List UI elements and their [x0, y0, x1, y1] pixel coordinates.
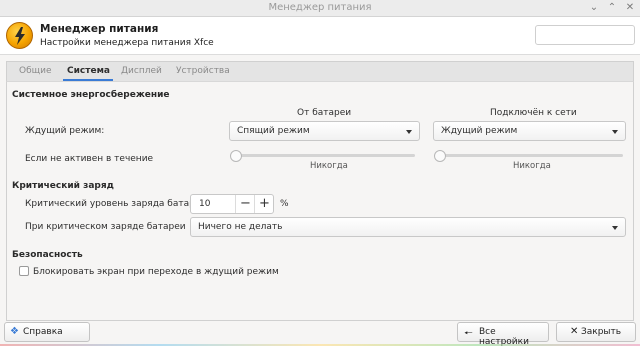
search-input[interactable]: [535, 25, 635, 45]
minimize-icon[interactable]: ⌄: [588, 2, 600, 14]
close-button[interactable]: ✕ Закрыть: [556, 322, 636, 342]
lock-screen-checkbox[interactable]: [19, 266, 29, 276]
column-header-ac: Подключён к сети: [490, 108, 577, 118]
close-button-label: Закрыть: [581, 327, 622, 337]
app-name: Менеджер питания: [40, 23, 159, 35]
sleep-battery-combo[interactable]: Спящий режим: [229, 121, 420, 141]
sleep-battery-value: Спящий режим: [237, 126, 310, 136]
plus-icon[interactable]: +: [254, 195, 274, 213]
app-subtitle: Настройки менеджера питания Xfce: [40, 38, 214, 48]
help-button[interactable]: ❖ Справка: [4, 322, 90, 342]
chevron-down-icon: [406, 130, 412, 134]
lock-screen-label[interactable]: Блокировать экран при переходе в ждущий …: [33, 267, 279, 277]
section-title-security: Безопасность: [12, 250, 83, 260]
chevron-down-icon: [612, 226, 618, 230]
inactive-battery-value: Никогда: [310, 161, 348, 171]
inactive-battery-slider[interactable]: [233, 154, 415, 157]
critical-level-spinbutton[interactable]: 10 − +: [190, 194, 274, 214]
sleep-ac-combo[interactable]: Ждущий режим: [433, 121, 626, 141]
critical-action-label: При критическом заряде батареи: [25, 222, 186, 232]
chevron-down-icon: [612, 130, 618, 134]
tab-general[interactable]: Общие: [19, 66, 52, 76]
inactive-battery-slider-handle[interactable]: [230, 150, 242, 162]
sleep-ac-value: Ждущий режим: [441, 126, 518, 136]
arrow-left-icon: 🠔: [464, 328, 473, 339]
column-header-battery: От батареи: [297, 108, 352, 118]
help-icon: ❖: [10, 326, 19, 337]
inactive-ac-slider[interactable]: [437, 154, 623, 157]
critical-action-combo[interactable]: Ничего не делать: [190, 217, 626, 237]
inactive-ac-value: Никогда: [513, 161, 551, 171]
tab-display[interactable]: Дисплей: [121, 66, 162, 76]
section-title-critical: Критический заряд: [12, 181, 114, 191]
tab-bar: Общие Система Дисплей Устройства: [6, 61, 634, 81]
app-header: Менеджер питания Настройки менеджера пит…: [0, 17, 640, 55]
sleep-mode-label: Ждущий режим:: [25, 126, 105, 136]
inactive-ac-slider-handle[interactable]: [434, 150, 446, 162]
minus-icon[interactable]: −: [235, 195, 255, 213]
critical-level-label: Критический уровень заряда батареи:: [25, 199, 210, 209]
window-title: Менеджер питания: [268, 2, 372, 13]
tab-system[interactable]: Система: [67, 66, 110, 76]
maximize-icon[interactable]: ⌃: [606, 2, 618, 14]
tab-devices[interactable]: Устройства: [176, 66, 230, 76]
all-settings-button[interactable]: 🠔 Все настройки: [457, 322, 549, 346]
critical-level-value: 10: [199, 199, 211, 209]
critical-level-unit: %: [280, 199, 289, 209]
window-titlebar: Менеджер питания ⌄ ⌃ ✕: [0, 0, 640, 17]
help-button-label: Справка: [23, 327, 63, 337]
power-manager-icon: [6, 22, 33, 49]
critical-action-value: Ничего не делать: [198, 222, 283, 232]
close-icon[interactable]: ✕: [624, 2, 636, 14]
section-title-system: Системное энергосбережение: [12, 90, 170, 100]
inactive-label: Если не активен в течение: [25, 154, 154, 164]
close-icon: ✕: [570, 326, 579, 337]
